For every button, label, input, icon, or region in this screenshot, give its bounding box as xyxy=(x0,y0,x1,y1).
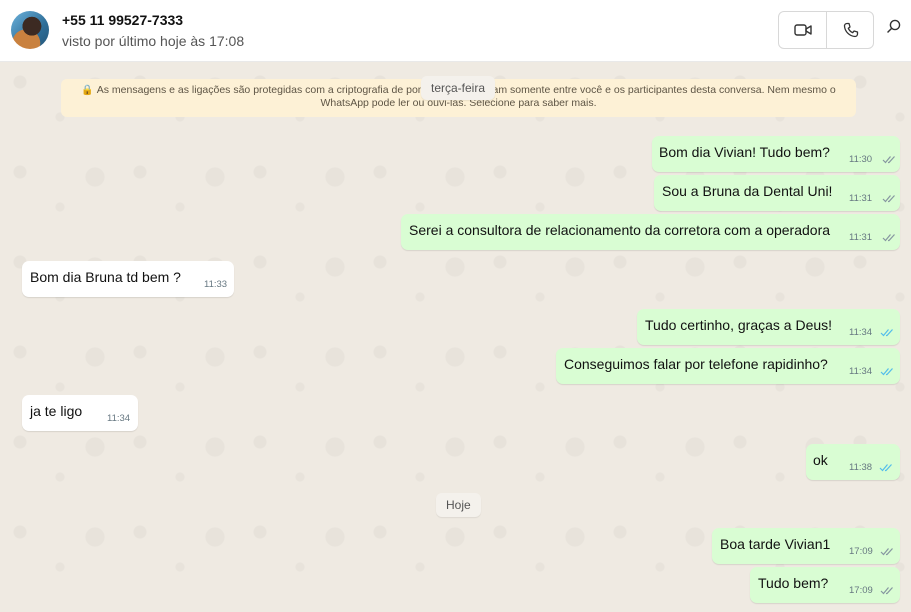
message-bubble-incoming[interactable]: ja te ligo 11:34 xyxy=(22,395,138,431)
search-icon xyxy=(887,19,901,33)
message-text: Tudo certinho, graças a Deus! xyxy=(645,317,833,333)
contact-last-seen: visto por último hoje às 17:08 xyxy=(62,33,245,49)
message-time: 11:33 xyxy=(204,279,228,290)
message-bubble-outgoing[interactable]: Bom dia Vivian! Tudo bem? 11:30 xyxy=(652,136,900,172)
message-time: 17:09 xyxy=(849,585,873,596)
delivered-double-check-icon xyxy=(882,156,895,164)
message-text: Bom dia Bruna td bem ? xyxy=(30,269,181,285)
message-bubble-incoming[interactable]: Bom dia Bruna td bem ? 11:33 xyxy=(22,261,234,297)
message-text: Boa tarde Vivian1 xyxy=(720,536,831,552)
delivered-double-check-icon xyxy=(882,195,895,203)
message-bubble-outgoing[interactable]: ok 11:38 xyxy=(806,444,900,480)
delivered-double-check-icon xyxy=(880,587,893,595)
video-call-button[interactable] xyxy=(779,12,826,48)
message-time: 11:34 xyxy=(107,413,131,424)
chat-header: +55 11 99527-7333 visto por último hoje … xyxy=(0,0,911,62)
message-time: 11:38 xyxy=(849,462,873,473)
read-double-check-icon xyxy=(879,464,892,472)
message-bubble-outgoing[interactable]: Sou a Bruna da Dental Uni! 11:31 xyxy=(654,175,900,211)
day-separator-tuesday: terça-feira xyxy=(421,76,496,100)
message-text: ok xyxy=(813,452,828,468)
message-text: ja te ligo xyxy=(30,403,83,419)
delivered-double-check-icon xyxy=(882,234,895,242)
day-separator-today: Hoje xyxy=(436,493,481,517)
message-bubble-outgoing[interactable]: Conseguimos falar por telefone rapidinho… xyxy=(556,348,900,384)
message-time: 11:31 xyxy=(849,193,873,204)
voice-call-icon xyxy=(843,22,858,38)
message-text: Conseguimos falar por telefone rapidinho… xyxy=(564,356,828,372)
message-text: Sou a Bruna da Dental Uni! xyxy=(662,183,833,199)
message-text: Tudo bem? xyxy=(758,575,829,591)
contact-avatar[interactable] xyxy=(11,11,49,49)
read-double-check-icon xyxy=(880,368,893,376)
delivered-double-check-icon xyxy=(880,548,893,556)
message-area[interactable]: 🔒 As mensagens e as ligações são protegid… xyxy=(0,62,911,612)
message-time: 11:34 xyxy=(849,366,873,377)
lock-icon: 🔒 xyxy=(81,85,94,96)
message-text: Bom dia Vivian! Tudo bem? xyxy=(659,144,830,160)
read-double-check-icon xyxy=(880,329,893,337)
message-bubble-outgoing[interactable]: Serei a consultora de relacionamento da … xyxy=(401,214,900,250)
message-text: Serei a consultora de relacionamento da … xyxy=(409,222,831,238)
message-time: 11:31 xyxy=(849,232,873,243)
search-button[interactable] xyxy=(886,18,910,42)
message-bubble-outgoing[interactable]: Tudo certinho, graças a Deus! 11:34 xyxy=(637,309,900,345)
message-bubble-outgoing[interactable]: Tudo bem? 17:09 xyxy=(750,567,900,603)
message-bubble-outgoing[interactable]: Boa tarde Vivian1 17:09 xyxy=(712,528,900,564)
message-time: 11:34 xyxy=(849,327,873,338)
contact-name[interactable]: +55 11 99527-7333 xyxy=(62,12,183,28)
video-call-icon xyxy=(793,24,812,36)
call-button-group xyxy=(778,11,874,49)
message-time: 11:30 xyxy=(849,154,873,165)
message-time: 17:09 xyxy=(849,546,873,557)
voice-call-button[interactable] xyxy=(827,12,874,48)
